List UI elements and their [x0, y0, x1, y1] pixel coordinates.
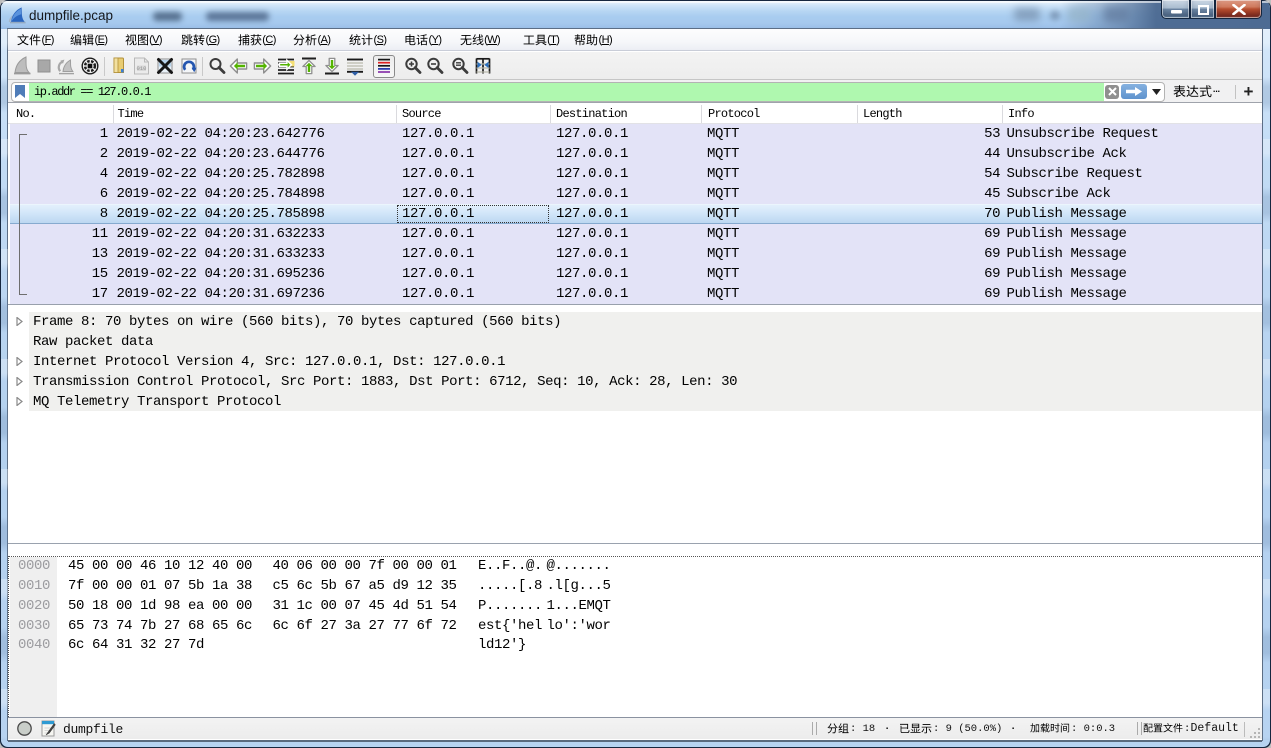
svg-text:010: 010	[137, 65, 147, 72]
